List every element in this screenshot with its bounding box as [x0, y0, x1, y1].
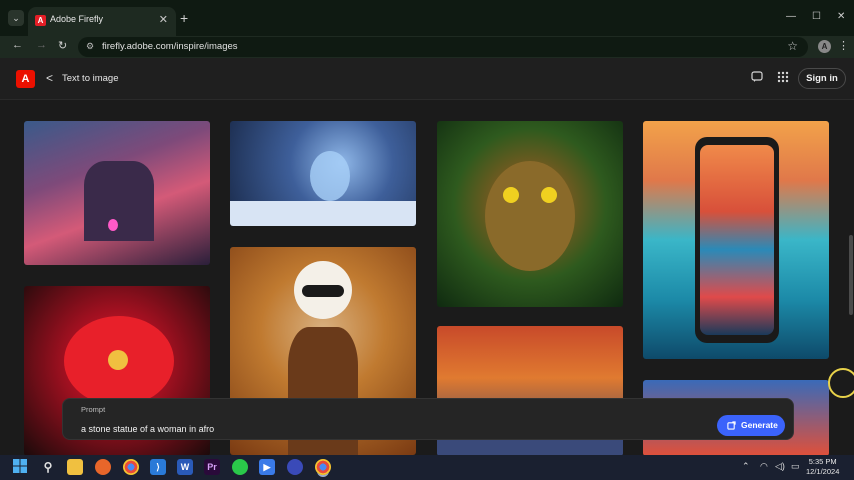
feedback-icon[interactable] — [751, 71, 763, 86]
wifi-icon[interactable]: ◠ — [760, 461, 768, 472]
sign-in-button[interactable]: Sign in — [798, 68, 846, 89]
media-player-icon[interactable]: ▶ — [259, 459, 275, 475]
page-title[interactable]: Text to image — [62, 73, 119, 84]
address-bar[interactable]: ⚙ firefly.adobe.com/inspire/images ☆ — [78, 37, 808, 57]
battery-icon[interactable]: ▭ — [791, 461, 800, 472]
forward-arrow-icon[interactable]: → — [36, 39, 47, 51]
clock-date: 12/1/2024 — [806, 467, 840, 476]
generate-label: Generate — [741, 420, 778, 430]
clock-time: 5:35 PM — [808, 457, 837, 466]
reload-icon[interactable]: ↻ — [58, 39, 67, 52]
generate-button[interactable]: Generate — [717, 415, 785, 436]
owl-image[interactable] — [437, 121, 623, 307]
maximize-window-button[interactable]: ☐ — [812, 11, 821, 22]
firefox-icon[interactable] — [95, 459, 111, 475]
url-text[interactable]: firefly.adobe.com/inspire/images — [102, 41, 238, 52]
adobe-favicon-icon: A — [35, 15, 46, 26]
windows-start-icon[interactable] — [12, 459, 28, 475]
close-window-button[interactable]: ✕ — [837, 11, 845, 22]
phone-image[interactable] — [643, 121, 829, 359]
search-icon[interactable]: ⚲ — [40, 459, 56, 475]
mouse-cursor-highlight — [828, 368, 854, 398]
browser-tab-strip: ⌄ A Adobe Firefly ✕ + — ☐ ✕ — [0, 0, 854, 36]
chrome-icon[interactable] — [123, 459, 139, 475]
deer-image[interactable] — [230, 121, 416, 226]
castle-image[interactable] — [24, 121, 210, 265]
gallery-scrollbar[interactable] — [849, 235, 853, 315]
browser-menu-icon[interactable]: ⋮ — [838, 39, 849, 52]
apps-grid-icon[interactable] — [777, 71, 789, 86]
prompt-input[interactable]: a stone statue of a woman in afro — [81, 424, 214, 434]
browser-toolbar: ← → ↻ ⚙ firefly.adobe.com/inspire/images… — [0, 36, 854, 58]
chrome-active-icon[interactable] — [315, 459, 331, 475]
volume-icon[interactable]: ◁) — [775, 461, 785, 472]
generate-icon — [727, 415, 736, 438]
minimize-window-button[interactable]: — — [786, 11, 796, 22]
adobe-logo-icon[interactable]: A — [16, 70, 35, 88]
app-icon[interactable] — [287, 459, 303, 475]
chevron-down-icon: ⌄ — [12, 13, 20, 23]
firefly-header: A < Text to image Sign in — [0, 58, 854, 100]
profile-avatar[interactable]: A — [818, 40, 831, 53]
browser-tab-firefly[interactable]: A Adobe Firefly ✕ — [28, 7, 176, 36]
tab-title: Adobe Firefly — [50, 14, 104, 24]
file-explorer-icon[interactable] — [67, 459, 83, 475]
windows-taskbar: ⚲ ⟩ W Pr ▶ ⌃ ◠ ◁) ▭ 5:35 PM 12/1/2024 — [0, 455, 854, 480]
premiere-icon[interactable]: Pr — [204, 459, 220, 475]
tab-search-button[interactable]: ⌄ — [8, 10, 24, 26]
site-info-icon[interactable]: ⚙ — [86, 41, 94, 52]
vscode-icon[interactable]: ⟩ — [150, 459, 166, 475]
prompt-bar: Prompt a stone statue of a woman in afro… — [62, 398, 794, 440]
new-tab-button[interactable]: + — [180, 10, 188, 26]
back-arrow-icon[interactable]: ← — [12, 39, 23, 51]
word-icon[interactable]: W — [177, 459, 193, 475]
back-chevron-icon[interactable]: < — [46, 71, 53, 85]
close-tab-icon[interactable]: ✕ — [159, 13, 168, 26]
bookmark-star-icon[interactable]: ☆ — [787, 39, 798, 53]
tray-chevron-icon[interactable]: ⌃ — [742, 461, 750, 472]
prompt-label: Prompt — [81, 405, 106, 414]
whatsapp-icon[interactable] — [232, 459, 248, 475]
system-clock[interactable]: 5:35 PM 12/1/2024 — [806, 457, 839, 477]
